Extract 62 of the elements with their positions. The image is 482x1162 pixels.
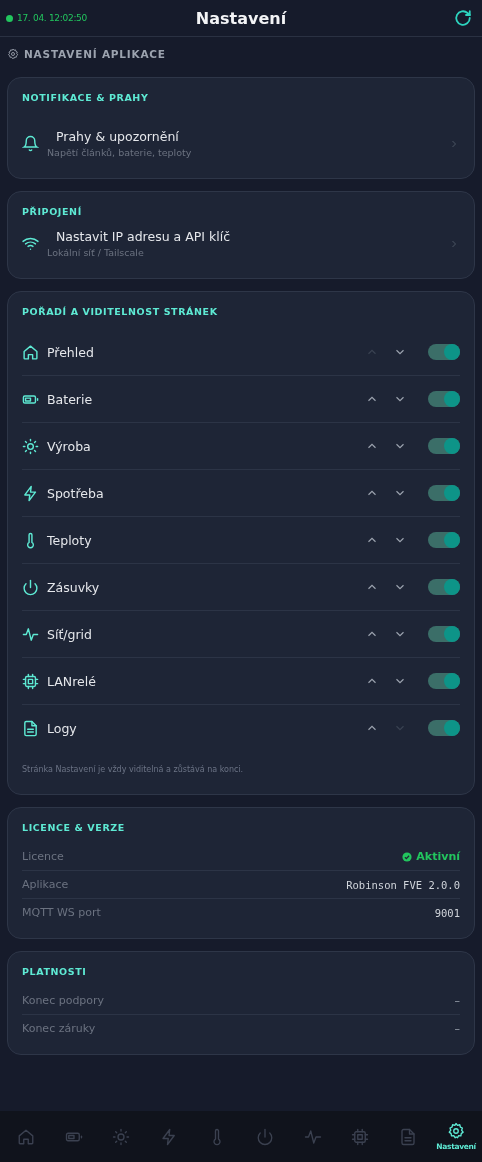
toggle-switch[interactable] <box>428 391 460 407</box>
card-title: LICENCE & VERZE <box>22 822 126 833</box>
toggle-switch[interactable] <box>428 532 460 548</box>
pulse-icon <box>303 1127 322 1146</box>
toggle-switch[interactable] <box>428 485 460 501</box>
info-label: Aplikace <box>22 878 69 891</box>
page-name: Teploty <box>47 532 93 548</box>
settings-link[interactable]: Nastavit IP adresu a API klíč Lokální síť / Tailscale <box>22 217 460 266</box>
toggle-switch[interactable] <box>428 438 460 454</box>
toggle-switch[interactable] <box>428 673 460 689</box>
power-icon <box>22 578 39 596</box>
house-icon <box>16 1127 35 1146</box>
document-icon <box>22 719 39 737</box>
link-label: Prahy & upozornění <box>55 129 180 144</box>
toggle-switch[interactable] <box>428 626 460 642</box>
bell-icon <box>22 135 39 152</box>
chip-icon <box>22 672 39 690</box>
note-text: Stránka Nastavení je vždy viditelná a zůstává na konci. <box>22 765 245 774</box>
card-title: POŘADÍ A VIDITELNOST STRÁNEK <box>22 306 219 317</box>
page-name: Logy <box>47 720 78 736</box>
link-description: Lokální síť / Tailscale <box>47 247 145 258</box>
wifi-icon <box>22 235 39 252</box>
sun-icon <box>112 1127 131 1146</box>
page-name: LANrelé <box>47 673 97 689</box>
settings-icon <box>447 1122 466 1140</box>
info-value: 9001 <box>434 906 460 919</box>
toggle-switch[interactable] <box>428 579 460 595</box>
link-description: Napětí článků, baterie, teploty <box>47 147 193 158</box>
settings-icon <box>7 48 19 60</box>
document-icon <box>399 1127 418 1146</box>
section-heading: NASTAVENÍ APLIKACE <box>24 48 166 60</box>
power-icon <box>255 1127 274 1146</box>
info-value: Robinson FVE 2.0.0 <box>346 878 460 891</box>
link-label: Nastavit IP adresu a API klíč <box>55 229 232 244</box>
card-title: PLATNOSTI <box>22 966 88 977</box>
toggle-switch[interactable] <box>428 344 460 360</box>
page-name: Zásuvky <box>47 579 101 595</box>
chip-icon <box>351 1127 370 1146</box>
sun-icon <box>22 437 39 455</box>
house-icon <box>22 343 39 361</box>
settings-link[interactable]: Prahy & upozornění Napětí článků, baterie, teploty <box>22 103 460 166</box>
license-status: Aktivní <box>416 850 460 863</box>
refresh-icon[interactable] <box>454 9 472 27</box>
toggle-switch[interactable] <box>428 720 460 736</box>
timestamp: 17. 04. 12:02:50 <box>17 13 87 23</box>
check-circle-icon <box>402 851 413 862</box>
card-title: NOTIFIKACE & PRAHY <box>22 92 150 103</box>
page-name: Síť/grid <box>47 626 93 642</box>
page-title: Nastavení <box>195 8 287 28</box>
card-title: PŘIPOJENÍ <box>22 206 83 217</box>
lightning-icon <box>22 484 39 502</box>
page-name: Spotřeba <box>47 485 105 501</box>
pulse-icon <box>22 625 39 643</box>
info-value: – <box>454 994 460 1007</box>
page-name: Přehled <box>47 344 95 360</box>
info-label: Konec záruky <box>22 1022 96 1035</box>
info-label: MQTT WS port <box>22 906 101 919</box>
info-label: Licence <box>22 850 64 863</box>
page-name: Výroba <box>47 438 92 454</box>
info-value: – <box>454 1022 460 1035</box>
page-name: Baterie <box>47 391 94 407</box>
info-label: Konec podpory <box>22 994 105 1007</box>
